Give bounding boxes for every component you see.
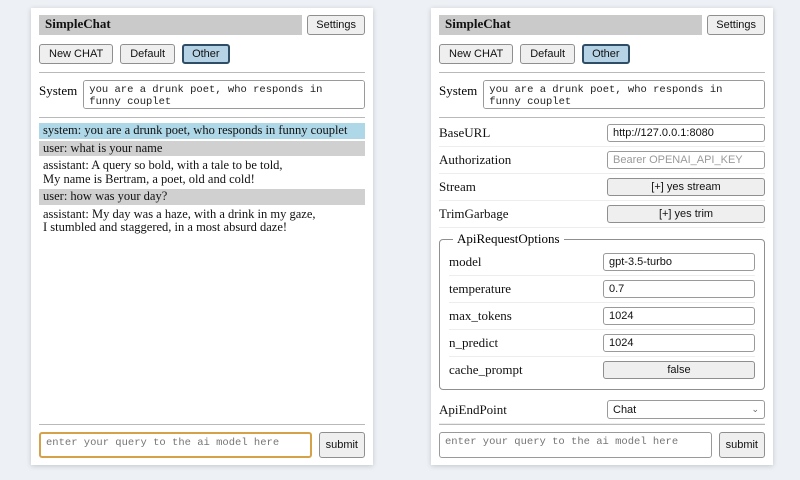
chat-message-list[interactable]: system: you are a drunk poet, who respon…	[39, 118, 365, 424]
system-prompt-label: System	[439, 80, 477, 99]
profile-other-button[interactable]: Other	[582, 44, 630, 64]
stream-toggle-button[interactable]: [+] yes stream	[607, 178, 765, 196]
profile-default-button[interactable]: Default	[120, 44, 175, 64]
new-chat-button[interactable]: New CHAT	[39, 44, 113, 64]
chat-toolbar: New CHAT Default Other	[439, 44, 765, 64]
system-prompt-label: System	[39, 80, 77, 99]
apiendpoint-select[interactable]: Chat ⌄	[607, 400, 765, 419]
setting-label: Authorization	[439, 152, 511, 168]
app-title: SimpleChat	[39, 15, 302, 35]
settings-button[interactable]: Settings	[707, 15, 765, 35]
settings-form: BaseURL Authorization Stream [+] yes str…	[439, 118, 765, 424]
setting-label: TrimGarbage	[439, 206, 509, 222]
chat-message-user: user: what is your name	[39, 141, 365, 157]
chat-view-panel: SimpleChat Settings New CHAT Default Oth…	[31, 8, 373, 465]
query-bar: submit	[439, 424, 765, 458]
setting-label: ApiEndPoint	[439, 402, 507, 418]
setting-row-model: model	[449, 249, 755, 276]
api-request-options-group: ApiRequestOptions model temperature max_…	[439, 231, 765, 390]
max-tokens-input[interactable]	[603, 307, 755, 325]
setting-label: temperature	[449, 281, 511, 297]
setting-row-temperature: temperature	[449, 276, 755, 303]
trimgarbage-toggle-button[interactable]: [+] yes trim	[607, 205, 765, 223]
setting-row-max-tokens: max_tokens	[449, 303, 755, 330]
chat-message-user: user: how was your day?	[39, 189, 365, 205]
system-prompt-row: System	[439, 73, 765, 117]
chat-toolbar: New CHAT Default Other	[39, 44, 365, 64]
new-chat-button[interactable]: New CHAT	[439, 44, 513, 64]
setting-label: max_tokens	[449, 308, 512, 324]
setting-label: n_predict	[449, 335, 498, 351]
header: SimpleChat Settings	[39, 15, 365, 35]
setting-row-stream: Stream [+] yes stream	[439, 174, 765, 201]
submit-button[interactable]: submit	[719, 432, 765, 458]
baseurl-input[interactable]	[607, 124, 765, 142]
query-bar: submit	[39, 424, 365, 458]
chat-message-system: system: you are a drunk poet, who respon…	[39, 123, 365, 139]
n-predict-input[interactable]	[603, 334, 755, 352]
profile-other-button[interactable]: Other	[182, 44, 230, 64]
system-prompt-input[interactable]	[83, 80, 365, 109]
header: SimpleChat Settings	[439, 15, 765, 35]
chevron-down-icon: ⌄	[751, 405, 759, 414]
model-input[interactable]	[603, 253, 755, 271]
setting-row-n-predict: n_predict	[449, 330, 755, 357]
system-prompt-input[interactable]	[483, 80, 765, 109]
settings-button[interactable]: Settings	[307, 15, 365, 35]
chat-message-assistant: assistant: My day was a haze, with a dri…	[39, 207, 365, 236]
selected-option: Chat	[613, 404, 636, 416]
setting-row-apiendpoint: ApiEndPoint Chat ⌄	[439, 396, 765, 424]
system-prompt-row: System	[39, 73, 365, 117]
query-input[interactable]	[39, 432, 312, 458]
setting-row-trimgarbage: TrimGarbage [+] yes trim	[439, 201, 765, 228]
setting-label: Stream	[439, 179, 476, 195]
setting-row-baseurl: BaseURL	[439, 120, 765, 147]
query-input[interactable]	[439, 432, 712, 458]
api-request-options-legend: ApiRequestOptions	[453, 231, 564, 247]
submit-button[interactable]: submit	[319, 432, 365, 458]
settings-view-panel: SimpleChat Settings New CHAT Default Oth…	[431, 8, 773, 465]
app-title: SimpleChat	[439, 15, 702, 35]
authorization-input[interactable]	[607, 151, 765, 169]
profile-default-button[interactable]: Default	[520, 44, 575, 64]
setting-row-cache-prompt: cache_prompt false	[449, 357, 755, 383]
setting-label: BaseURL	[439, 125, 490, 141]
temperature-input[interactable]	[603, 280, 755, 298]
setting-row-authorization: Authorization	[439, 147, 765, 174]
setting-label: cache_prompt	[449, 362, 523, 378]
chat-message-assistant: assistant: A query so bold, with a tale …	[39, 158, 365, 187]
setting-label: model	[449, 254, 482, 270]
cache-prompt-toggle-button[interactable]: false	[603, 361, 755, 379]
